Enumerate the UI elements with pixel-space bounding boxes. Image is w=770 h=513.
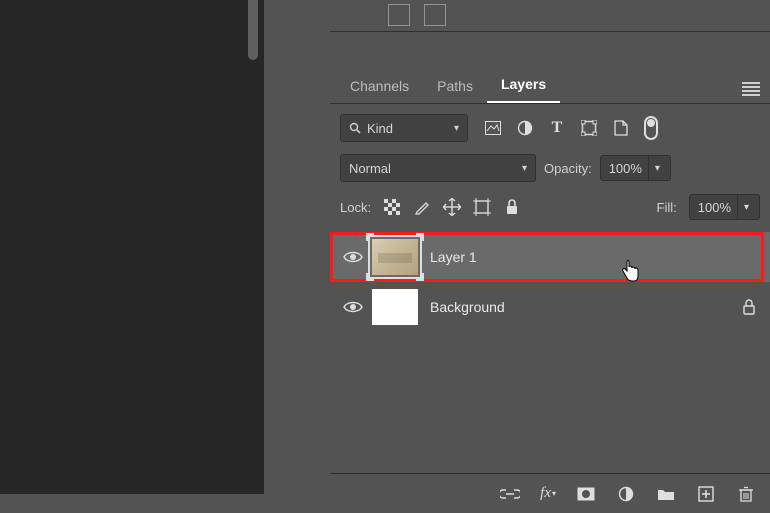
filter-kind-select[interactable]: Kind ▾ xyxy=(340,114,468,142)
filter-adjustment-icon[interactable] xyxy=(516,119,534,137)
lock-artboard-icon[interactable] xyxy=(473,198,491,216)
new-group-icon[interactable] xyxy=(656,484,676,504)
blend-opacity-row: Normal ▾ Opacity: 100% ▾ xyxy=(330,148,770,188)
layer-effects-icon[interactable]: fx▾ xyxy=(540,484,556,504)
lock-transparency-icon[interactable] xyxy=(383,198,401,216)
layer-name[interactable]: Layer 1 xyxy=(430,249,477,265)
adjustment-layer-icon[interactable] xyxy=(616,484,636,504)
layer-thumbnail[interactable] xyxy=(372,239,418,275)
layers-panel-footer: fx▾ xyxy=(330,473,770,513)
opacity-value: 100% xyxy=(609,161,642,176)
document-canvas[interactable] xyxy=(0,0,264,494)
layer-mask-icon[interactable] xyxy=(576,484,596,504)
fill-value: 100% xyxy=(698,200,731,215)
blend-mode-value: Normal xyxy=(349,161,391,176)
visibility-toggle-icon[interactable] xyxy=(340,300,366,314)
panel-gutter xyxy=(264,0,330,513)
filter-shape-icon[interactable] xyxy=(580,119,598,137)
search-icon xyxy=(349,122,361,134)
lock-fill-row: Lock: Fill: 1 xyxy=(330,188,770,230)
filter-smartobject-icon[interactable] xyxy=(612,119,630,137)
lock-position-icon[interactable] xyxy=(443,198,461,216)
filter-pixel-icon[interactable] xyxy=(484,119,502,137)
layer-name[interactable]: Background xyxy=(430,299,505,315)
lock-pixels-icon[interactable] xyxy=(413,198,431,216)
tab-layers[interactable]: Layers xyxy=(487,68,560,103)
chevron-down-icon: ▾ xyxy=(648,156,666,180)
tab-paths[interactable]: Paths xyxy=(423,70,487,103)
layer-thumbnail[interactable] xyxy=(372,289,418,325)
filter-toggle[interactable] xyxy=(644,116,658,140)
new-layer-icon[interactable] xyxy=(696,484,716,504)
align-icon[interactable] xyxy=(388,4,410,26)
layers-panel: Channels Paths Layers Kind ▾ T xyxy=(330,70,770,513)
lock-all-icon[interactable] xyxy=(503,198,521,216)
lock-icon[interactable] xyxy=(742,299,756,315)
fill-input[interactable]: 100% ▾ xyxy=(689,194,760,220)
layers-list: Layer 1 Background xyxy=(330,230,770,332)
chevron-down-icon: ▾ xyxy=(522,163,527,174)
filter-kind-label: Kind xyxy=(367,121,448,136)
layer-row[interactable]: Background xyxy=(330,282,770,332)
lock-label: Lock: xyxy=(340,200,371,215)
tab-channels[interactable]: Channels xyxy=(336,70,423,103)
opacity-input[interactable]: 100% ▾ xyxy=(600,155,671,181)
visibility-toggle-icon[interactable] xyxy=(340,250,366,264)
layer-filter-row: Kind ▾ T xyxy=(330,104,770,148)
panel-menu-icon[interactable] xyxy=(742,80,760,94)
blend-mode-select[interactable]: Normal ▾ xyxy=(340,154,536,182)
chevron-down-icon: ▾ xyxy=(454,123,459,134)
collapsed-panel-strip xyxy=(330,0,770,32)
filter-type-icon[interactable]: T xyxy=(548,119,566,137)
fill-label: Fill: xyxy=(657,200,677,215)
panel-tab-bar: Channels Paths Layers xyxy=(330,70,770,104)
align-icon[interactable] xyxy=(424,4,446,26)
canvas-scrollbar[interactable] xyxy=(248,0,258,60)
cursor-pointer-icon xyxy=(620,260,640,282)
layer-row[interactable]: Layer 1 xyxy=(330,232,770,282)
chevron-down-icon: ▾ xyxy=(737,195,755,219)
delete-layer-icon[interactable] xyxy=(736,484,756,504)
link-layers-icon[interactable] xyxy=(500,484,520,504)
opacity-label: Opacity: xyxy=(544,161,592,176)
